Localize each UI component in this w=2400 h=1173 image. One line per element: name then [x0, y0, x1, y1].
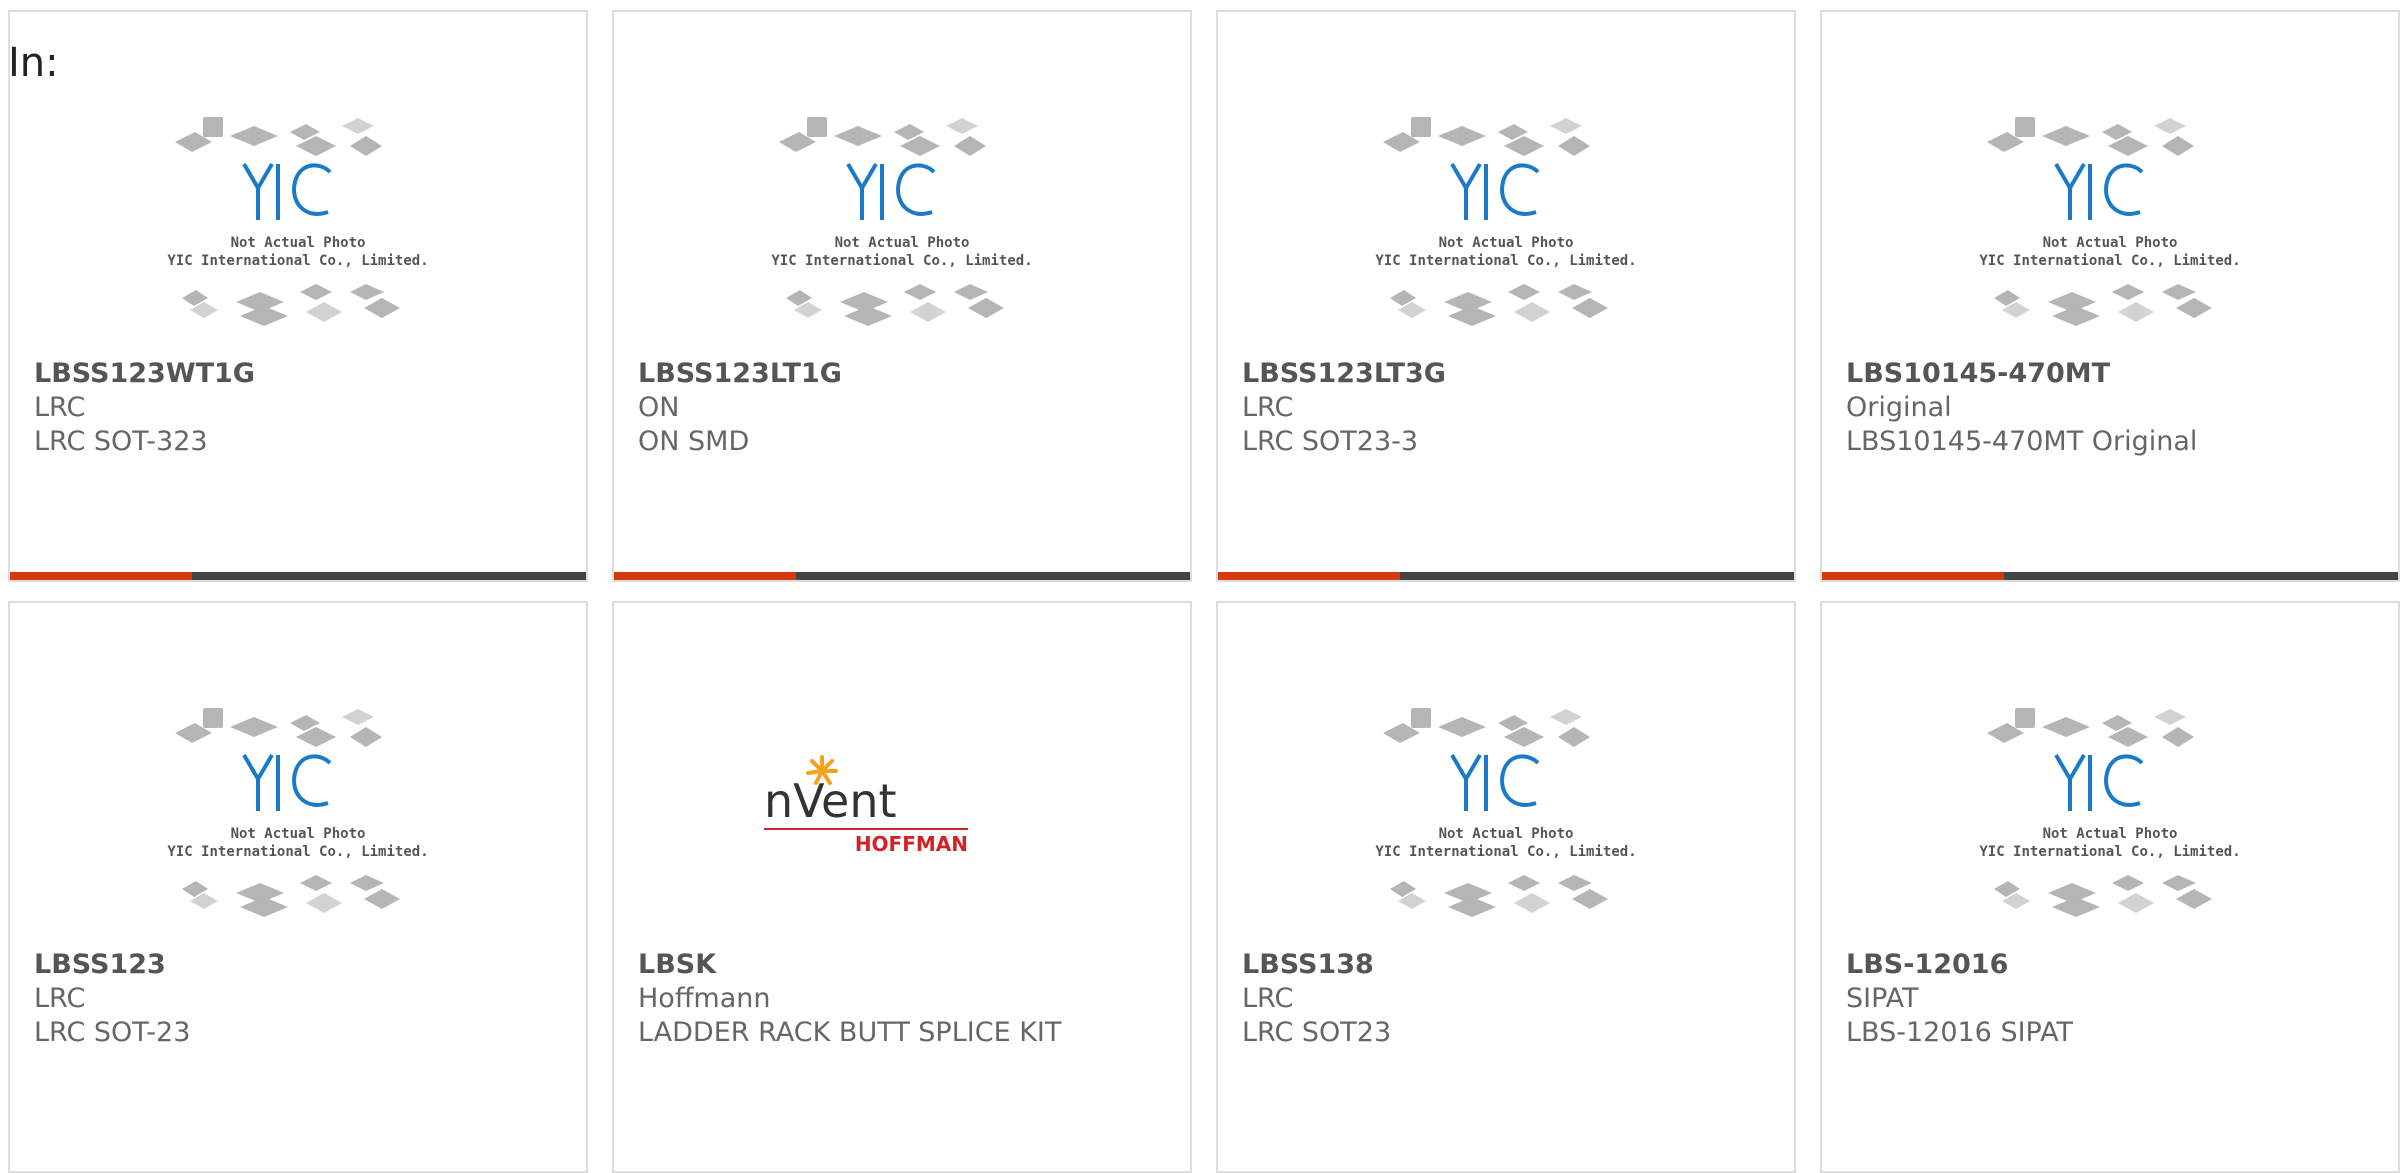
- product-card[interactable]: nVent HOFFMAN LBSK Hoffmann LADDER RACK …: [612, 601, 1192, 1173]
- yic-logo-icon: [1450, 753, 1540, 811]
- yic-logo-icon: [2054, 162, 2144, 220]
- placeholder-caption-line2: YIC International Co., Limited.: [1375, 844, 1636, 860]
- placeholder-caption-line1: Not Actual Photo: [231, 235, 366, 251]
- product-card[interactable]: Not Actual Photo YIC International Co., …: [1820, 10, 2400, 582]
- product-manufacturer: LRC: [34, 983, 86, 1014]
- product-card[interactable]: Not Actual Photo YIC International Co., …: [612, 10, 1192, 582]
- product-part-number[interactable]: LBS10145-470MT: [1846, 357, 2388, 391]
- product-part-number[interactable]: LBSS123WT1G: [34, 357, 576, 391]
- in-label: In:: [8, 40, 59, 86]
- placeholder-caption-line2: YIC International Co., Limited.: [167, 844, 428, 860]
- product-part-number[interactable]: LBS-12016: [1846, 948, 2388, 982]
- placeholder-caption-line1: Not Actual Photo: [231, 826, 366, 842]
- placeholder-caption-line1: Not Actual Photo: [1439, 826, 1574, 842]
- nvent-hoffman-logo: nVent HOFFMAN: [764, 693, 1040, 943]
- nvent-wordmark: nVent: [764, 774, 897, 828]
- product-description: LBS10145-470MT Original: [1846, 426, 2198, 457]
- product-manufacturer: SIPAT: [1846, 983, 1919, 1014]
- card-bottom-bar: [1822, 572, 2398, 580]
- product-description: LRC SOT-323: [34, 426, 208, 457]
- placeholder-caption-line2: YIC International Co., Limited.: [167, 253, 428, 269]
- product-manufacturer: LRC: [34, 392, 86, 423]
- product-card[interactable]: Not Actual Photo YIC International Co., …: [1820, 601, 2400, 1173]
- product-description: LRC SOT23-3: [1242, 426, 1419, 457]
- product-placeholder-image: Not Actual Photo YIC International Co., …: [764, 102, 1040, 352]
- card-bottom-bar: [614, 572, 1190, 580]
- product-manufacturer: Hoffmann: [638, 983, 771, 1014]
- product-manufacturer: LRC: [1242, 983, 1294, 1014]
- product-grid: Not Actual Photo YIC International Co., …: [0, 0, 2400, 1173]
- product-description: LRC SOT23: [1242, 1017, 1392, 1048]
- placeholder-caption-line1: Not Actual Photo: [2043, 826, 2178, 842]
- product-card[interactable]: Not Actual Photo YIC International Co., …: [8, 601, 588, 1173]
- product-card[interactable]: Not Actual Photo YIC International Co., …: [1216, 601, 1796, 1173]
- placeholder-caption-line2: YIC International Co., Limited.: [1375, 253, 1636, 269]
- product-manufacturer: Original: [1846, 392, 1952, 423]
- placeholder-caption-line2: YIC International Co., Limited.: [1979, 844, 2240, 860]
- product-placeholder-image: Not Actual Photo YIC International Co., …: [1368, 693, 1644, 943]
- placeholder-caption-line2: YIC International Co., Limited.: [771, 253, 1032, 269]
- product-description: LBS-12016 SIPAT: [1846, 1017, 2073, 1048]
- yic-logo-icon: [242, 753, 332, 811]
- product-part-number[interactable]: LBSK: [638, 948, 1180, 982]
- placeholder-caption-line1: Not Actual Photo: [2043, 235, 2178, 251]
- product-placeholder-image: Not Actual Photo YIC International Co., …: [1972, 102, 2248, 352]
- product-placeholder-image: Not Actual Photo YIC International Co., …: [160, 102, 436, 352]
- card-bottom-bar: [1218, 572, 1794, 580]
- product-description: LRC SOT-23: [34, 1017, 191, 1048]
- product-description: ON SMD: [638, 426, 750, 457]
- product-part-number[interactable]: LBSS123: [34, 948, 576, 982]
- yic-logo-icon: [2054, 753, 2144, 811]
- card-bottom-bar: [10, 572, 586, 580]
- product-card[interactable]: Not Actual Photo YIC International Co., …: [8, 10, 588, 582]
- product-manufacturer: LRC: [1242, 392, 1294, 423]
- hoffman-wordmark: HOFFMAN: [855, 832, 968, 856]
- yic-logo-icon: [846, 162, 936, 220]
- product-part-number[interactable]: LBSS123LT3G: [1242, 357, 1784, 391]
- product-placeholder-image: Not Actual Photo YIC International Co., …: [160, 693, 436, 943]
- product-part-number[interactable]: LBSS138: [1242, 948, 1784, 982]
- product-placeholder-image: Not Actual Photo YIC International Co., …: [1368, 102, 1644, 352]
- placeholder-caption-line2: YIC International Co., Limited.: [1979, 253, 2240, 269]
- yic-logo-icon: [242, 162, 332, 220]
- product-card[interactable]: Not Actual Photo YIC International Co., …: [1216, 10, 1796, 582]
- yic-logo-icon: [1450, 162, 1540, 220]
- placeholder-caption-line1: Not Actual Photo: [1439, 235, 1574, 251]
- product-manufacturer: ON: [638, 392, 680, 423]
- product-placeholder-image: Not Actual Photo YIC International Co., …: [1972, 693, 2248, 943]
- placeholder-caption-line1: Not Actual Photo: [835, 235, 970, 251]
- product-description: LADDER RACK BUTT SPLICE KIT: [638, 1017, 1062, 1048]
- product-part-number[interactable]: LBSS123LT1G: [638, 357, 1180, 391]
